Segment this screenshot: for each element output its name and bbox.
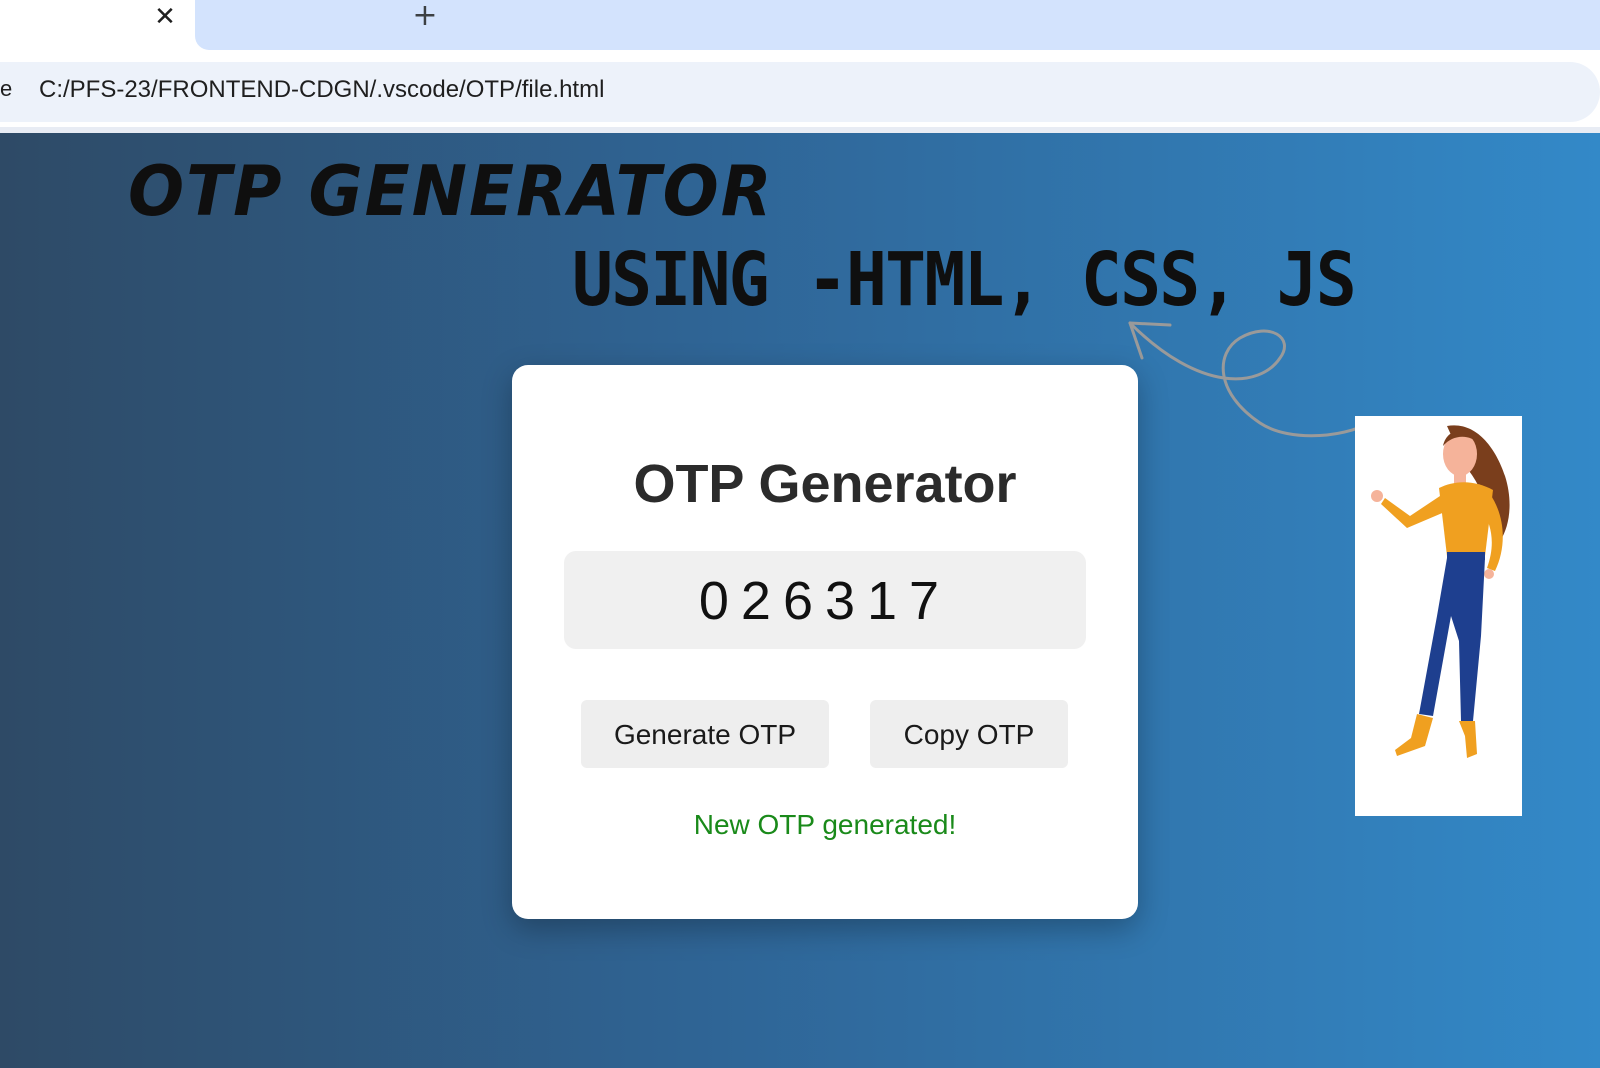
address-url[interactable]: C:/PFS-23/FRONTEND-CDGN/.vscode/OTP/file… [39,76,604,104]
close-icon[interactable]: ✕ [152,2,178,32]
curly-arrow-icon [1128,321,1380,438]
tab-strip: ✕ + [0,0,1600,62]
copy-otp-button[interactable]: Copy OTP [870,700,1068,768]
browser-toolbar: e C:/PFS-23/FRONTEND-CDGN/.vscode/OTP/fi… [0,62,1600,122]
otp-value: 026317 [698,571,952,631]
address-scheme-label: e [0,76,13,101]
woman-pointing-illustration [1355,416,1522,816]
woman-figure-icon [1371,425,1510,758]
page-viewport: OTP GENERATOR USING -HTML, CSS, JS OTP G… [0,133,1600,1068]
active-tab[interactable]: ✕ [0,0,195,62]
otp-display: 026317 [564,551,1086,649]
generate-otp-button[interactable]: Generate OTP [581,700,829,768]
status-message: New OTP generated! [693,809,957,840]
tab-strip-background: + [195,0,1600,50]
otp-card: OTP Generator 026317 Generate OTP Copy O… [512,365,1138,919]
banner-title: OTP GENERATOR [128,151,774,232]
address-bar[interactable]: e C:/PFS-23/FRONTEND-CDGN/.vscode/OTP/fi… [0,62,1600,122]
plus-icon[interactable]: + [408,0,442,32]
card-title: OTP Generator [633,454,1017,514]
banner-subtitle: USING -HTML, CSS, JS [572,237,1357,323]
